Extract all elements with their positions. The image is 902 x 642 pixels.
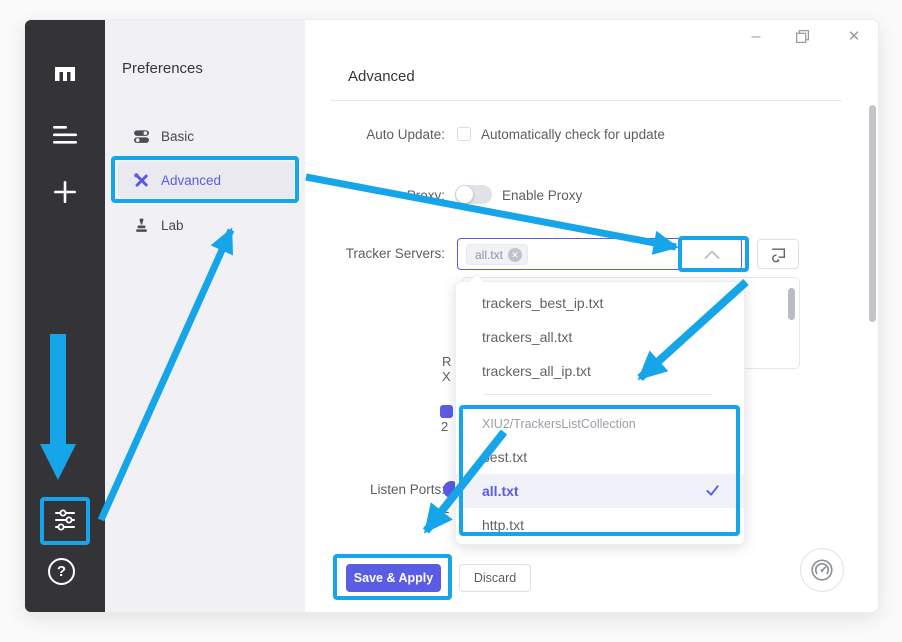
sync-trackers-button[interactable] (757, 239, 799, 269)
dropdown-item[interactable]: trackers_all_ip.txt (456, 354, 744, 388)
dropdown-item[interactable]: trackers_best_ip.txt (456, 286, 744, 320)
sidebar-item-label: Basic (161, 129, 194, 144)
clipped-checkbox (440, 405, 453, 418)
main-scrollbar[interactable] (869, 105, 876, 322)
tools-icon (133, 172, 150, 189)
tag-label: all.txt (475, 248, 503, 262)
app-window: ? Preferences Basic Advanced (25, 20, 878, 612)
app-sidebar: ? (25, 20, 105, 612)
motrix-logo-icon (49, 58, 81, 90)
toggles-icon (133, 128, 150, 145)
maximize-button[interactable] (795, 29, 810, 44)
add-task-icon[interactable] (52, 179, 78, 205)
toggle-knob (456, 186, 473, 203)
help-icon[interactable]: ? (48, 558, 75, 585)
sidebar-item-lab[interactable]: Lab (118, 207, 294, 243)
auto-update-checkbox[interactable] (457, 127, 471, 141)
discard-button[interactable]: Discard (459, 564, 531, 592)
tracker-dropdown: trackers_best_ip.txt trackers_all.txt tr… (455, 281, 745, 545)
close-button[interactable]: ✕ (841, 24, 867, 50)
selected-tracker-tag: all.txt ✕ (466, 244, 528, 265)
dropdown-item[interactable]: http.txt (456, 508, 744, 542)
proxy-label: Proxy: (270, 188, 445, 203)
clipped-text-fragment: 2 (441, 419, 448, 434)
check-icon (705, 483, 720, 498)
sidebar-item-basic[interactable]: Basic (118, 118, 294, 154)
textarea-scrollbar[interactable] (788, 288, 795, 320)
tracker-servers-select[interactable]: all.txt ✕ (457, 238, 742, 270)
auto-update-checkbox-label[interactable]: Automatically check for update (481, 127, 665, 142)
preferences-sliders-icon[interactable] (53, 508, 77, 532)
dropdown-item-label: all.txt (482, 483, 519, 499)
clipped-text-fragment: R (442, 354, 451, 369)
preferences-title: Preferences (122, 60, 203, 77)
sidebar-item-advanced[interactable]: Advanced (118, 162, 294, 198)
dropdown-item[interactable]: best.txt (456, 440, 744, 474)
minimize-button[interactable]: – (743, 24, 769, 50)
dropdown-group-label: XIU2/TrackersListCollection (482, 417, 636, 431)
title-divider (330, 100, 842, 101)
chevron-up-icon[interactable] (704, 249, 720, 260)
auto-update-label: Auto Update: (270, 127, 445, 142)
lab-stamp-icon (133, 217, 150, 234)
sync-icon (770, 246, 787, 263)
task-list-icon[interactable] (52, 124, 78, 146)
clipped-text-fragment: X (442, 369, 451, 384)
dropdown-item[interactable]: trackers_all.txt (456, 320, 744, 354)
listen-ports-label: Listen Ports: (270, 482, 445, 497)
preferences-panel: Preferences Basic Advanced (105, 20, 305, 612)
dropdown-divider (484, 394, 712, 395)
tag-close-icon[interactable]: ✕ (508, 248, 522, 262)
tracker-servers-label: Tracker Servers: (270, 246, 445, 261)
speed-limit-button[interactable] (800, 548, 844, 592)
sidebar-item-label: Lab (161, 218, 184, 233)
save-apply-button[interactable]: Save & Apply (346, 564, 441, 592)
sidebar-item-label: Advanced (161, 173, 221, 188)
dropdown-item-selected[interactable]: all.txt (456, 474, 744, 508)
proxy-toggle[interactable] (455, 185, 492, 204)
speedometer-icon (809, 557, 835, 583)
proxy-toggle-label[interactable]: Enable Proxy (502, 188, 582, 203)
clipped-text-fragment: E (441, 509, 450, 524)
page-title: Advanced (348, 68, 415, 85)
